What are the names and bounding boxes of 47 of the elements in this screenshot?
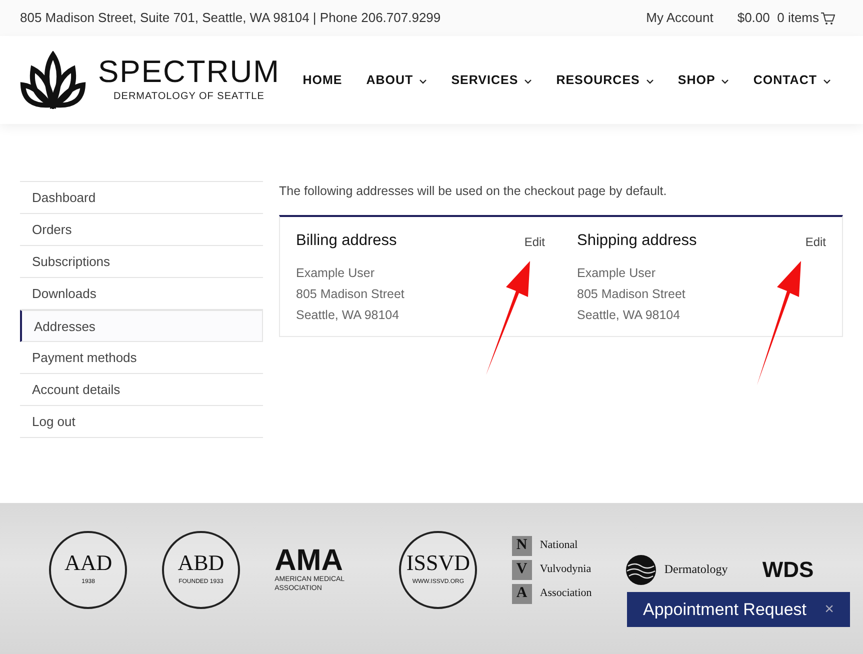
- account-link[interactable]: My Account: [646, 8, 714, 28]
- close-button[interactable]: ×: [824, 598, 834, 622]
- address-line: Seattle, WA 98104: [577, 306, 682, 324]
- logo-letter: A: [512, 584, 532, 604]
- account-nav-item[interactable]: Subscriptions: [20, 246, 263, 278]
- logo-letter: N: [512, 536, 532, 556]
- edit-link[interactable]: Edit: [805, 233, 826, 252]
- logo-text: AAD: [64, 552, 112, 574]
- appointment-label: Appointment Request: [643, 598, 806, 621]
- address-title: Shipping address: [577, 230, 697, 251]
- appointment-bar[interactable]: Appointment Request ×: [627, 592, 850, 627]
- account-nav-item[interactable]: Orders: [20, 214, 263, 246]
- nav-link[interactable]: SERVICES: [451, 70, 532, 90]
- brand-tagline: DERMATOLOGY OF SEATTLE: [114, 90, 264, 104]
- account-nav-item[interactable]: Dashboard: [20, 182, 263, 214]
- brand-name: SPECTRUM: [98, 56, 280, 87]
- nav-link[interactable]: HOME: [302, 70, 342, 90]
- nav-link[interactable]: CONTACT: [753, 70, 831, 90]
- logo-letter: V: [512, 560, 532, 580]
- contact-info: 805 Madison Street, Suite 701, Seattle, WA 98104 | Phone 206.707.9299: [20, 9, 441, 28]
- cart-link[interactable]: $0.00 0 items: [737, 8, 835, 28]
- logo-text: Dermatology: [664, 562, 728, 577]
- address-line: Example User: [296, 265, 376, 282]
- address-line: Seattle, WA 98104: [296, 306, 400, 324]
- globe-icon: [626, 554, 656, 584]
- edit-link[interactable]: Edit: [524, 233, 545, 252]
- logo-text: Association: [540, 586, 592, 602]
- address-title: Billing address: [296, 230, 397, 251]
- address-line: Example User: [577, 265, 656, 282]
- lotus-logo-icon: [20, 51, 86, 109]
- logo-wordmark: WDS: [762, 558, 814, 580]
- account-nav-item[interactable]: Payment methods: [20, 342, 263, 374]
- intro-text: The following addresses will be used on the checkout page by default.: [279, 183, 668, 200]
- address-line: 805 Madison Street: [577, 286, 686, 303]
- cart-icon: [821, 12, 835, 24]
- logo-text: ISSVD: [406, 552, 470, 574]
- account-nav-item[interactable]: Log out: [20, 406, 263, 438]
- account-nav-item[interactable]: Addresses: [20, 310, 263, 342]
- nav-link[interactable]: SHOP: [678, 70, 730, 90]
- logo-text: ABD: [178, 552, 224, 574]
- logo-text: Vulvodynia: [540, 562, 592, 578]
- nav-link[interactable]: RESOURCES: [556, 70, 654, 90]
- logo-text: National: [540, 538, 578, 554]
- account-nav-item[interactable]: Account details: [20, 374, 263, 406]
- logo-wordmark: AMA: [274, 546, 343, 576]
- nav-link[interactable]: ABOUT: [366, 70, 428, 90]
- address-line: 805 Madison Street: [296, 286, 406, 303]
